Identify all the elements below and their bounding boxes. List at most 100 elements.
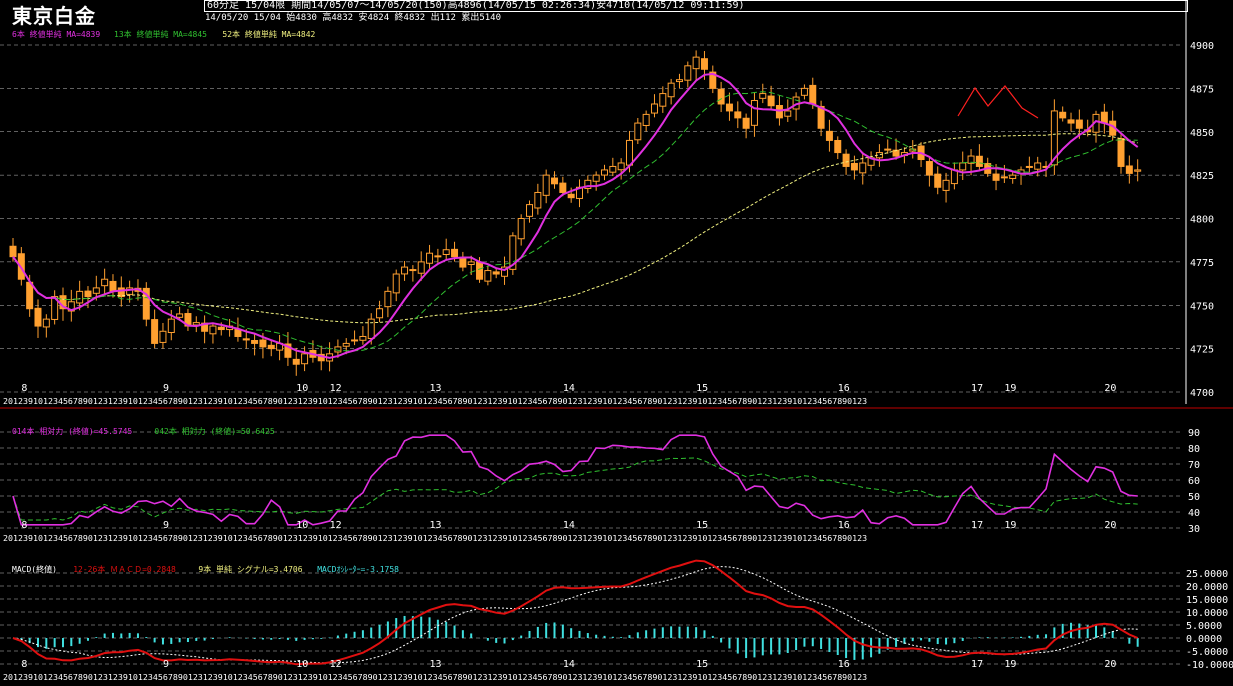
price-y-tick: 4700 <box>1190 388 1214 399</box>
candle-body <box>650 103 658 114</box>
candle-body <box>426 252 434 264</box>
pattern-trendline <box>957 85 1039 119</box>
candle-body <box>1134 169 1142 172</box>
price-day-label: 10 <box>296 383 308 394</box>
macd-day-label: 16 <box>838 659 850 670</box>
candle <box>101 268 109 295</box>
candle <box>950 162 958 190</box>
rsi-day-label: 14 <box>563 520 575 531</box>
macd-y-tick: 20.0000 <box>1186 582 1228 593</box>
candle-body <box>600 169 608 176</box>
macd-day-label: 20 <box>1104 659 1116 670</box>
candle-body <box>26 281 34 310</box>
candle <box>600 164 608 181</box>
candle <box>584 175 592 194</box>
candle-body <box>850 162 858 171</box>
candle-body <box>750 100 758 126</box>
candle-body <box>351 339 359 342</box>
candle-body <box>542 174 550 196</box>
ma13-line <box>12 91 1138 352</box>
macd-day-label: 10 <box>296 659 308 670</box>
candle-body <box>551 177 559 185</box>
price-day-label: 20 <box>1104 383 1116 394</box>
price-y-tick: 4900 <box>1190 41 1214 52</box>
price-y-tick: 4825 <box>1190 171 1214 182</box>
candle <box>825 119 833 152</box>
candle <box>1059 106 1067 122</box>
rsi-hour-labels: 2012391012345678901231239101234567890123… <box>3 533 867 543</box>
candle <box>359 326 367 345</box>
macd-legend-label: MACDｵｼﾚｰﾀｰ=-3.1758 <box>317 565 399 574</box>
candle-body <box>459 256 467 268</box>
rsi-y-tick: 70 <box>1188 460 1200 471</box>
candle-body <box>492 271 500 275</box>
candle <box>184 308 192 331</box>
candle-body <box>942 179 950 191</box>
candle-body <box>159 330 167 343</box>
candle-body <box>617 162 625 171</box>
rsi-day-label: 13 <box>430 520 442 531</box>
rsi-day-label: 19 <box>1004 520 1016 531</box>
candle-body <box>401 266 409 275</box>
candle-body <box>301 353 309 365</box>
price-day-label: 19 <box>1004 383 1016 394</box>
candle-body <box>34 307 42 327</box>
candle <box>1017 166 1025 185</box>
candle-body <box>1034 162 1042 170</box>
candle <box>667 78 675 105</box>
candle-body <box>675 79 683 83</box>
candle-body <box>526 204 534 217</box>
candle-body <box>742 117 750 129</box>
candle-body <box>767 95 775 107</box>
candle <box>551 171 559 189</box>
candle <box>1034 156 1042 177</box>
rsi-day-label: 17 <box>971 520 983 531</box>
candle-body <box>609 165 617 173</box>
macd-y-tick: 5.0000 <box>1186 621 1222 632</box>
candle-body <box>975 155 983 167</box>
candle-body <box>925 161 933 176</box>
candle-body <box>167 318 175 334</box>
candle-body <box>809 84 817 105</box>
candle <box>1067 112 1075 132</box>
candle-body <box>384 290 392 308</box>
chart-canvas: 4900 4875 4850 4825 4800 4775 4750 4725 4700 6本 終… <box>0 0 1233 682</box>
candle-body <box>101 278 109 287</box>
candle-body <box>567 193 575 199</box>
candle <box>459 251 467 272</box>
candle <box>750 92 758 137</box>
price-day-label: 15 <box>696 383 708 394</box>
candle <box>1100 103 1108 134</box>
candle-body <box>884 148 892 151</box>
macd-signal-line <box>12 566 1138 664</box>
candle-body <box>92 287 100 294</box>
candle <box>484 265 492 286</box>
rsi-day-label: 15 <box>696 520 708 531</box>
candle-body <box>259 339 267 348</box>
candle-body <box>692 56 700 70</box>
candle <box>725 92 733 121</box>
candle <box>650 94 658 118</box>
candle <box>534 183 542 215</box>
candle <box>1050 99 1058 176</box>
candle-body <box>950 169 958 185</box>
candle-body <box>217 326 225 331</box>
candle-body <box>267 344 275 350</box>
candle <box>392 269 400 302</box>
candle <box>1025 156 1033 173</box>
candle <box>925 157 933 187</box>
candle-body <box>1059 111 1067 119</box>
candle <box>159 322 167 349</box>
candle <box>109 274 117 298</box>
rsi-day-label: 10 <box>296 520 308 531</box>
candle-body <box>242 338 250 341</box>
candle-body <box>534 191 542 209</box>
candle <box>642 110 650 132</box>
price-day-label: 17 <box>971 383 983 394</box>
candle-body <box>1000 176 1008 179</box>
candle <box>884 139 892 154</box>
candle-body <box>825 130 833 141</box>
macd-y-tick: -5.0000 <box>1186 647 1228 658</box>
price-day-label: 14 <box>563 383 575 394</box>
candle-body <box>451 248 459 258</box>
